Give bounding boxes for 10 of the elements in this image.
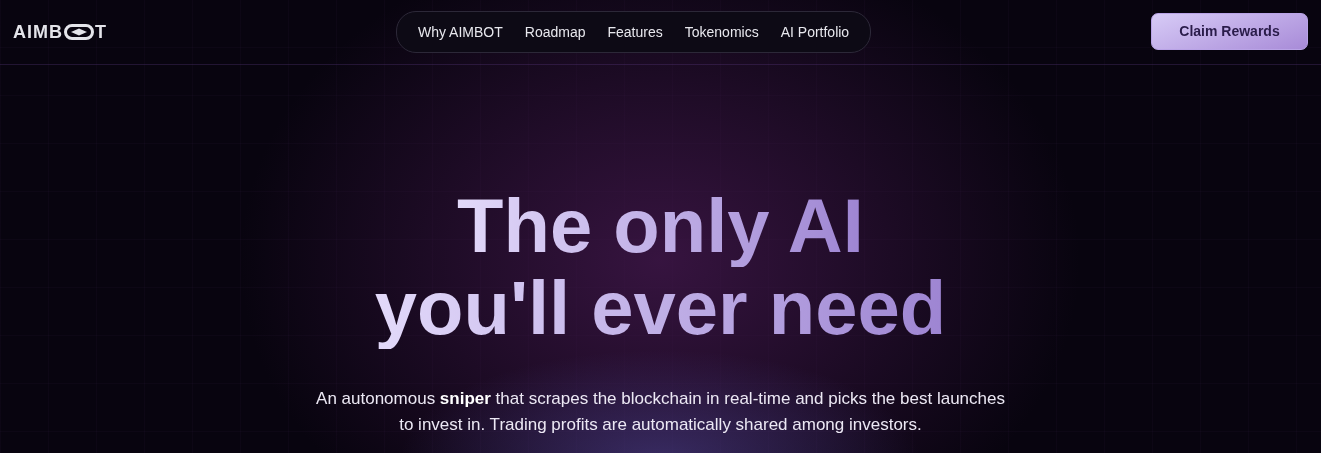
nav-link[interactable]: Tokenomics <box>673 24 770 40</box>
logo-eye-icon <box>64 24 94 40</box>
logo-text: AIMB <box>13 21 63 43</box>
logo-text: T <box>95 21 107 43</box>
nav-link[interactable]: AI Portfolio <box>769 24 861 40</box>
nav-link[interactable]: Roadmap <box>513 24 597 40</box>
claim-rewards-button[interactable]: Claim Rewards <box>1151 12 1308 50</box>
nav-link[interactable]: Features <box>596 24 674 40</box>
hero-subtitle: An autonomous sniper that scrapes the blockchain in real-time and picks the best launches to invest in. Trading profits are automatically shared among investors. <box>315 388 1006 436</box>
nav-link[interactable]: Why AIMBOT <box>407 24 514 40</box>
